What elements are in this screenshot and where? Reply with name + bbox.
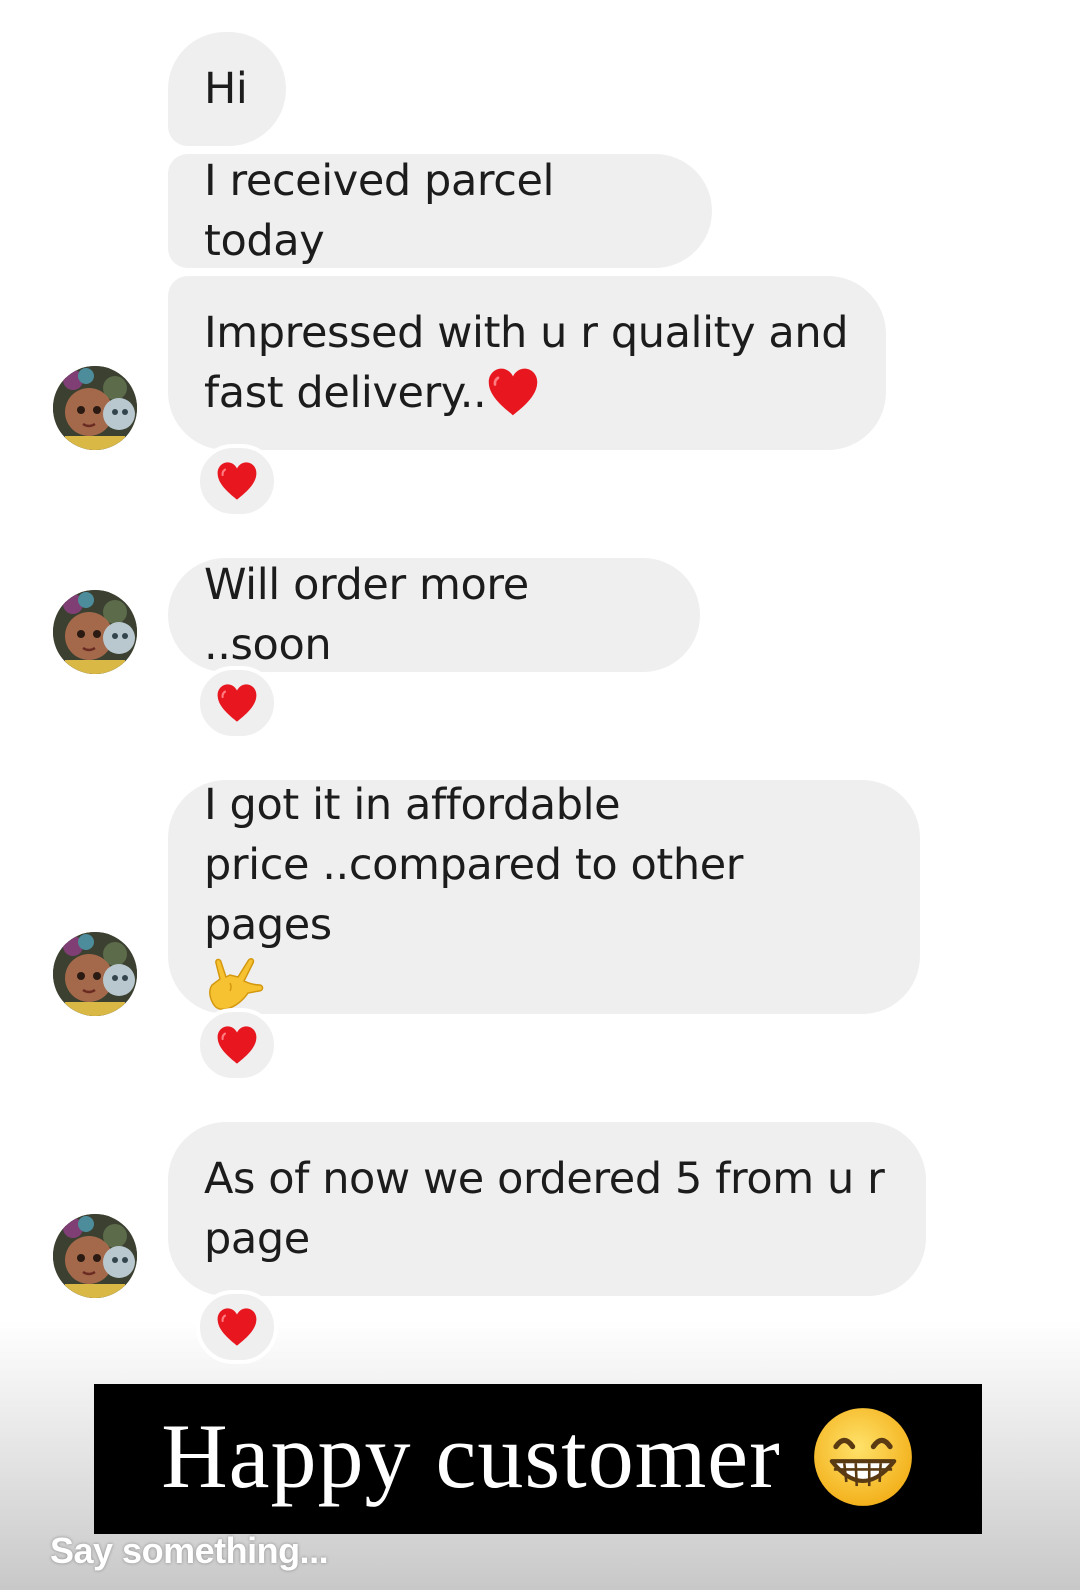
sender-avatar[interactable]	[53, 590, 137, 674]
heart-reaction[interactable]	[196, 666, 278, 740]
caption-text: Happy customer	[161, 1405, 781, 1507]
message-text: Will order more ..soon	[204, 560, 529, 670]
message-bubble[interactable]: Will order more ..soon	[168, 558, 700, 672]
message-text: I got it in affordable price ..compared …	[204, 775, 884, 1019]
sender-avatar[interactable]	[53, 366, 137, 450]
message-bubble[interactable]: I received parcel today	[168, 154, 712, 268]
reply-input[interactable]: Say something...	[50, 1530, 329, 1572]
message-text: As of now we ordered 5 from u r page	[204, 1154, 885, 1264]
caption-banner: Happy customer	[94, 1384, 982, 1534]
sender-avatar[interactable]	[53, 1214, 137, 1298]
red-heart-icon	[215, 1025, 259, 1065]
message-bubble[interactable]: Impressed with u r quality and fast deli…	[168, 276, 886, 450]
heart-reaction[interactable]	[196, 444, 278, 518]
message-text: Hi	[204, 64, 248, 114]
sender-avatar[interactable]	[53, 932, 137, 1016]
message-bubble[interactable]: Hi	[168, 32, 286, 146]
message-text: Impressed with u r quality and fast deli…	[204, 308, 849, 418]
message-bubble[interactable]: I got it in affordable price ..compared …	[168, 780, 920, 1014]
heart-reaction[interactable]	[196, 1290, 278, 1364]
grinning-face-icon	[811, 1405, 915, 1513]
message-text: I received parcel today	[204, 156, 555, 266]
red-heart-icon	[486, 368, 540, 418]
red-heart-icon	[215, 1307, 259, 1347]
message-bubble[interactable]: As of now we ordered 5 from u r page	[168, 1122, 926, 1296]
red-heart-icon	[215, 683, 259, 723]
chat-thread: Hi I received parcel today Impressed wit…	[0, 0, 1080, 1590]
love-you-gesture-icon	[204, 958, 266, 1014]
heart-reaction[interactable]	[196, 1008, 278, 1082]
red-heart-icon	[215, 461, 259, 501]
